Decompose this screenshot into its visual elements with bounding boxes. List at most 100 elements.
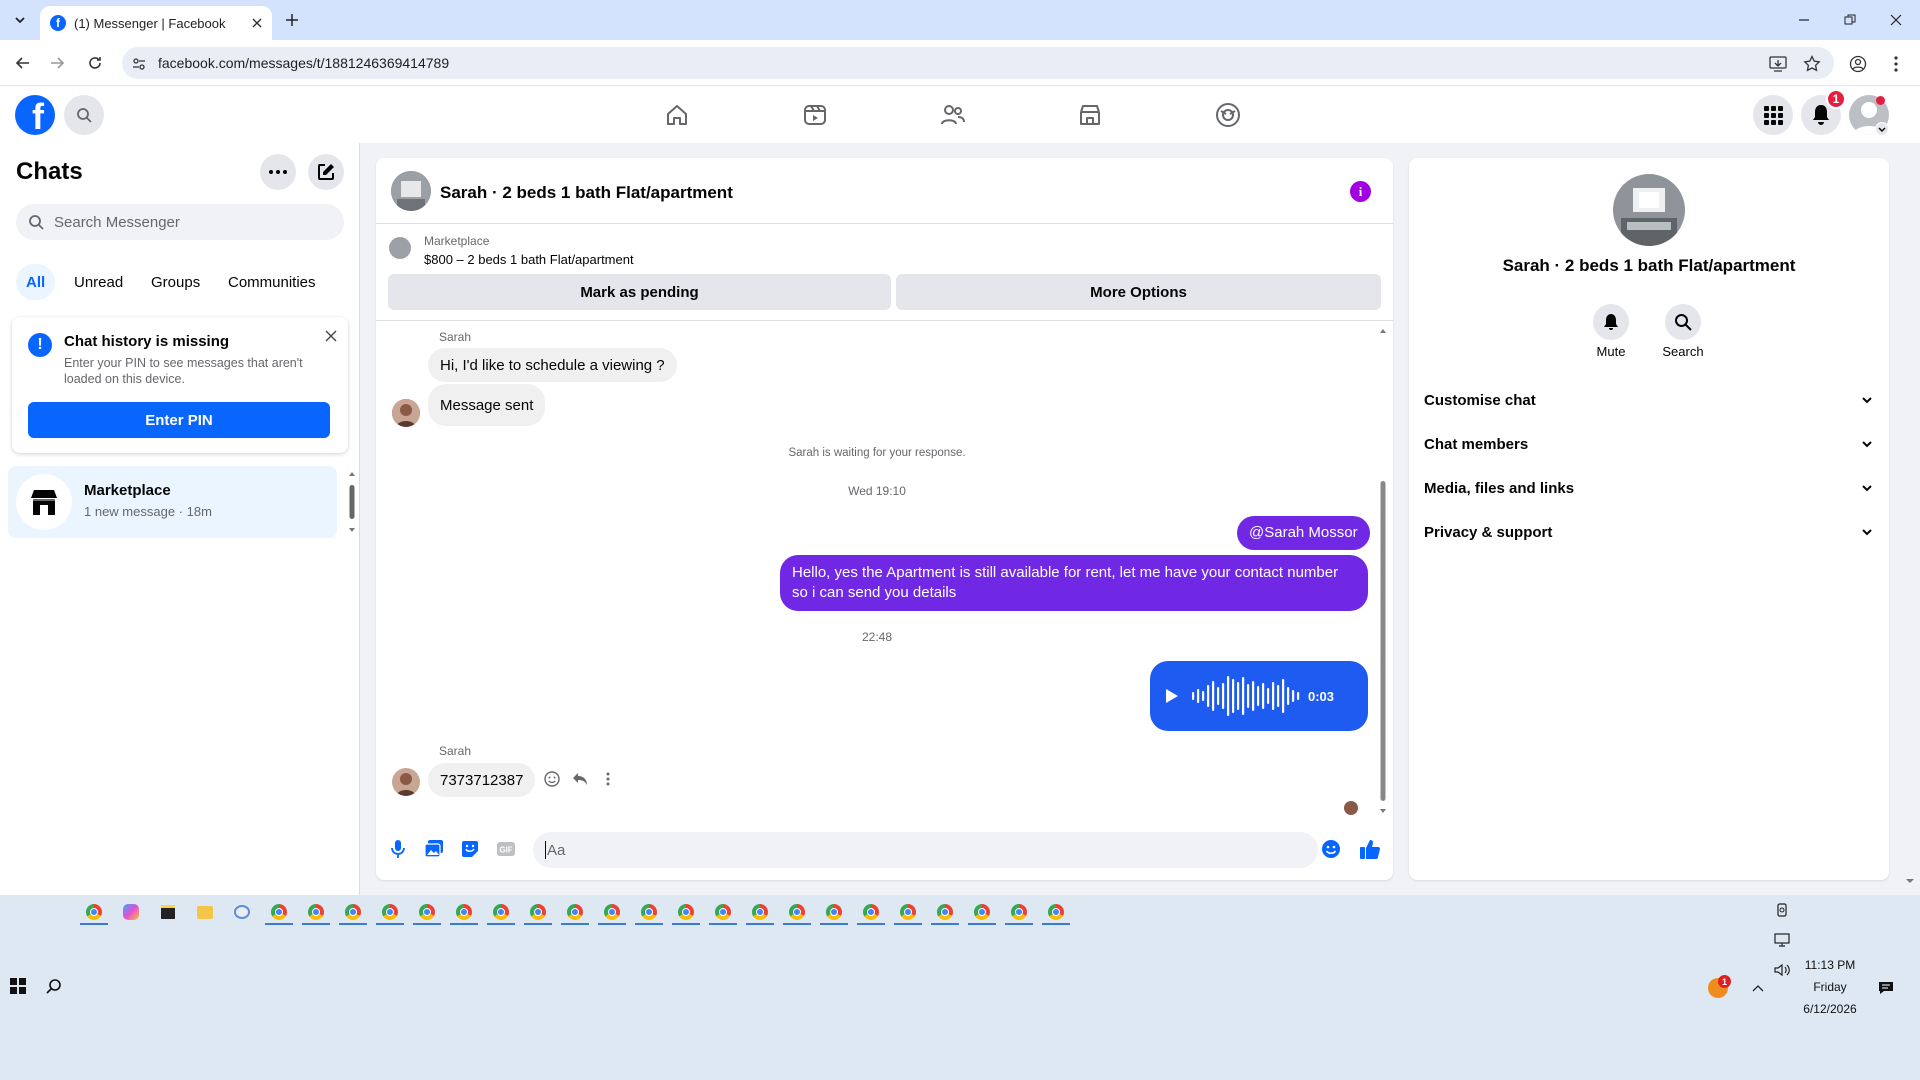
- filter-groups[interactable]: Groups: [141, 264, 210, 300]
- sender-avatar[interactable]: [392, 768, 420, 796]
- notification-center-icon[interactable]: [1876, 978, 1896, 998]
- start-button[interactable]: [6, 974, 30, 998]
- chrome-taskbar-icon[interactable]: [302, 899, 330, 925]
- filter-unread[interactable]: Unread: [64, 264, 133, 300]
- message-input[interactable]: Aa: [533, 832, 1318, 868]
- close-window-button[interactable]: [1884, 8, 1908, 32]
- voice-message-bubble[interactable]: 0:03: [1150, 661, 1368, 731]
- microphone-icon[interactable]: [388, 838, 408, 860]
- chrome-taskbar-icon[interactable]: [894, 899, 922, 925]
- search-messenger-input[interactable]: Search Messenger: [16, 204, 344, 240]
- emoji-picker-icon[interactable]: [1320, 838, 1342, 860]
- show-hidden-icons-button[interactable]: [1748, 978, 1768, 998]
- listing-avatar[interactable]: [391, 171, 431, 211]
- new-tab-button[interactable]: [280, 8, 304, 32]
- clock-time[interactable]: 11:13 PM: [1800, 958, 1860, 972]
- friends-nav-icon[interactable]: [937, 99, 969, 131]
- sender-avatar[interactable]: [392, 399, 420, 427]
- enter-pin-button[interactable]: Enter PIN: [28, 402, 330, 438]
- chrome-taskbar-icon[interactable]: [524, 899, 552, 925]
- section-media-files-links[interactable]: Media, files and links: [1424, 466, 1874, 510]
- conversation-title[interactable]: Sarah · 2 beds 1 bath Flat/apartment: [440, 183, 733, 203]
- profile-icon[interactable]: [1846, 52, 1870, 76]
- tray-display-icon[interactable]: [1772, 930, 1792, 950]
- chrome-taskbar-icon[interactable]: [339, 899, 367, 925]
- filter-all[interactable]: All: [16, 264, 56, 300]
- close-tab-icon[interactable]: [252, 18, 262, 28]
- chrome-taskbar-icon[interactable]: [413, 899, 441, 925]
- browser-menu-icon[interactable]: [1886, 52, 1906, 76]
- conversation-info-icon[interactable]: i: [1350, 181, 1371, 202]
- like-thumb-icon[interactable]: [1357, 836, 1383, 862]
- sent-message-bubble[interactable]: Hello, yes the Apartment is still availa…: [780, 555, 1368, 611]
- chrome-taskbar-icon[interactable]: [709, 899, 737, 925]
- chrome-taskbar-icon[interactable]: [672, 899, 700, 925]
- chrome-taskbar-icon[interactable]: [376, 899, 404, 925]
- menu-button[interactable]: [1753, 95, 1793, 135]
- new-message-button[interactable]: [308, 154, 344, 190]
- chrome-taskbar-icon[interactable]: [1042, 899, 1070, 925]
- bookmark-star-icon[interactable]: [1800, 52, 1824, 76]
- sticker-icon[interactable]: [459, 838, 481, 860]
- section-privacy-support[interactable]: Privacy & support: [1424, 510, 1874, 554]
- mark-pending-button[interactable]: Mark as pending: [388, 274, 891, 310]
- message-bubble[interactable]: Hi, I'd like to schedule a viewing ?: [428, 348, 677, 382]
- search-in-chat-button[interactable]: [1665, 304, 1701, 340]
- reply-arrow-icon[interactable]: [570, 769, 590, 789]
- section-chat-members[interactable]: Chat members: [1424, 422, 1874, 466]
- home-nav-icon[interactable]: [661, 99, 693, 131]
- message-bubble[interactable]: Message sent: [428, 384, 546, 426]
- browser-tab-messenger[interactable]: f (1) Messenger | Facebook: [40, 6, 272, 40]
- play-icon[interactable]: [1162, 687, 1180, 705]
- marketplace-nav-icon[interactable]: [1074, 99, 1106, 131]
- chrome-taskbar-icon[interactable]: [561, 899, 589, 925]
- facebook-search-button[interactable]: [64, 95, 104, 135]
- chrome-taskbar-icon[interactable]: [635, 899, 663, 925]
- back-button[interactable]: [10, 50, 36, 76]
- gif-icon[interactable]: GIF: [495, 839, 517, 859]
- chrome-taskbar-icon[interactable]: [931, 899, 959, 925]
- section-customise-chat[interactable]: Customise chat: [1424, 378, 1874, 422]
- chrome-taskbar-icon[interactable]: [487, 899, 515, 925]
- message-bubble[interactable]: 7373712387: [428, 763, 536, 797]
- close-card-button[interactable]: [322, 327, 340, 345]
- chrome-taskbar-icon[interactable]: [968, 899, 996, 925]
- volume-icon[interactable]: [1772, 960, 1792, 980]
- address-bar[interactable]: facebook.com/messages/t/1881246369414789: [122, 47, 1834, 79]
- copilot-taskbar-icon[interactable]: [117, 899, 145, 925]
- tray-device-icon[interactable]: [1772, 900, 1792, 920]
- listing-title[interactable]: $800 – 2 beds 1 bath Flat/apartment: [424, 252, 634, 267]
- minimize-button[interactable]: [1792, 8, 1816, 32]
- chrome-taskbar-icon[interactable]: [783, 899, 811, 925]
- tab-search-button[interactable]: [8, 8, 32, 32]
- sticky-notes-taskbar-icon[interactable]: [154, 899, 182, 925]
- chrome-taskbar-icon[interactable]: [598, 899, 626, 925]
- chrome-taskbar-icon[interactable]: [820, 899, 848, 925]
- taskbar-search-button[interactable]: [42, 974, 66, 998]
- chrome-taskbar-icon[interactable]: [1005, 899, 1033, 925]
- chrome-taskbar-icon[interactable]: [80, 899, 108, 925]
- chat-list-item[interactable]: Marketplace 1 new message · 18m: [8, 466, 337, 538]
- file-explorer-taskbar-icon[interactable]: [191, 899, 219, 925]
- photo-attach-icon[interactable]: [423, 838, 445, 860]
- video-nav-icon[interactable]: [799, 99, 831, 131]
- gaming-nav-icon[interactable]: [1212, 99, 1244, 131]
- forward-button[interactable]: [44, 50, 70, 76]
- account-chevron[interactable]: [1875, 122, 1889, 136]
- listing-thumbnail[interactable]: [389, 237, 411, 259]
- filter-communities[interactable]: Communities: [218, 264, 326, 300]
- listing-profile-photo[interactable]: [1613, 174, 1685, 246]
- chat-options-button[interactable]: [260, 154, 296, 190]
- chrome-taskbar-icon[interactable]: [450, 899, 478, 925]
- reload-button[interactable]: [82, 50, 108, 76]
- chrome-taskbar-icon[interactable]: [746, 899, 774, 925]
- site-info-icon[interactable]: [130, 55, 148, 73]
- facebook-logo[interactable]: f: [15, 95, 55, 135]
- chrome-taskbar-icon[interactable]: [265, 899, 293, 925]
- conversation-scrollbar[interactable]: [1378, 326, 1388, 816]
- message-more-icon[interactable]: [598, 769, 618, 789]
- more-options-button[interactable]: More Options: [896, 274, 1381, 310]
- restore-button[interactable]: [1838, 8, 1862, 32]
- paint-taskbar-icon[interactable]: [228, 899, 256, 925]
- mention-message-bubble[interactable]: @Sarah Mossor: [1237, 516, 1370, 550]
